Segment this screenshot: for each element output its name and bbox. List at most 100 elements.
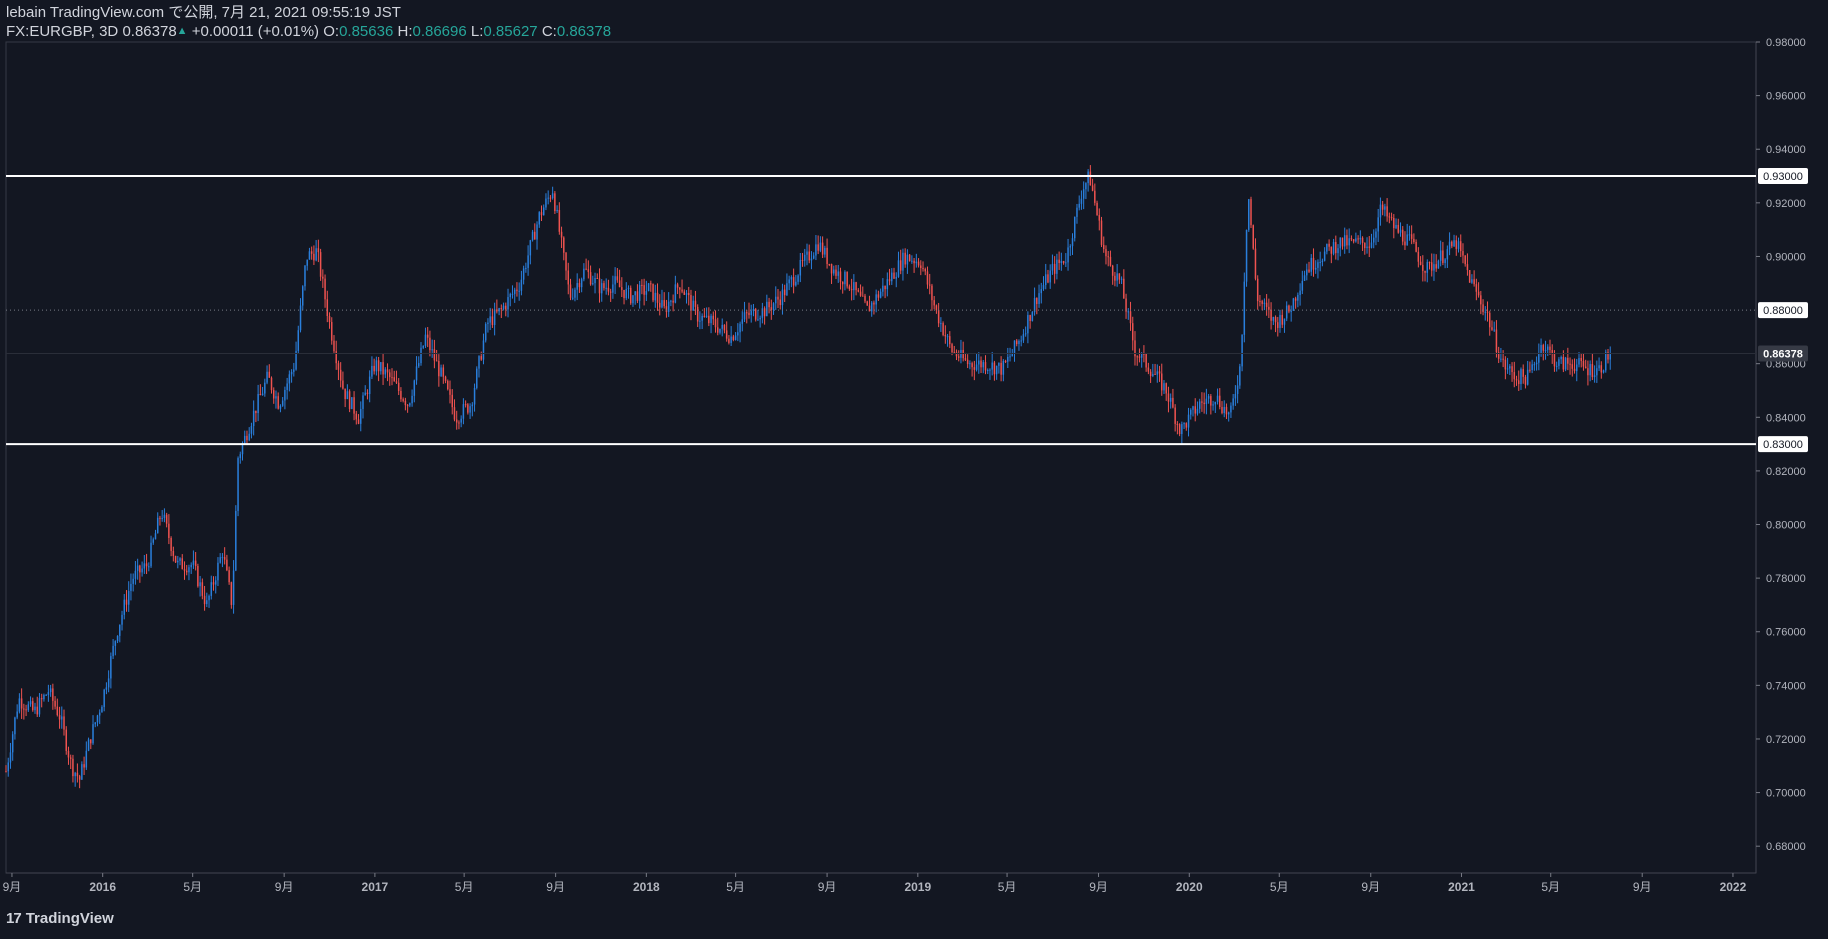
candle-body <box>714 319 717 328</box>
candle-body <box>1140 353 1143 358</box>
candle-body <box>478 356 480 369</box>
tradingview-logo-icon: 17 <box>6 910 22 927</box>
candle-body <box>513 289 516 294</box>
candle-body <box>819 242 822 251</box>
candle-body <box>1404 241 1406 246</box>
candle-body <box>567 270 570 285</box>
candle-body <box>924 269 927 272</box>
candle-body <box>502 305 505 309</box>
candle-body <box>1437 260 1440 269</box>
x-tick-label: 9月 <box>1089 880 1108 894</box>
candle-body <box>72 758 74 777</box>
candle-body <box>911 260 913 262</box>
candle-body <box>45 694 47 696</box>
candle-body <box>1317 262 1319 268</box>
y-tick-label: 0.80000 <box>1766 520 1806 532</box>
candle-body <box>1339 237 1342 249</box>
candle-body <box>1210 396 1212 406</box>
candle-body <box>440 367 442 377</box>
candle-body <box>210 582 213 596</box>
candle-body <box>1049 270 1051 283</box>
y-tick-label: 0.70000 <box>1766 788 1806 800</box>
candle-body <box>351 397 353 409</box>
price-chart[interactable]: 0.980000.960000.940000.920000.900000.860… <box>0 0 1828 939</box>
candle-body <box>1471 279 1473 283</box>
candle-body <box>1455 240 1458 249</box>
candle-body <box>1343 235 1346 247</box>
candle-body <box>435 360 438 362</box>
candle-body <box>665 306 668 312</box>
candle-body <box>650 283 652 285</box>
candle-body <box>795 281 797 286</box>
candle-body <box>174 555 177 563</box>
candle-body <box>529 240 532 256</box>
candle-body <box>1123 278 1125 299</box>
y-tick-label: 0.72000 <box>1766 734 1806 746</box>
candle-body <box>973 367 976 370</box>
candle-body <box>197 566 199 587</box>
candle-body <box>1239 366 1241 386</box>
candle-body <box>547 197 549 199</box>
candle-body <box>279 405 282 409</box>
candle-body <box>580 279 583 288</box>
candle-body <box>1598 365 1600 369</box>
candle-body <box>687 292 690 296</box>
candle-body <box>277 396 279 409</box>
candle-body <box>476 368 478 388</box>
candle-body <box>266 371 268 383</box>
candle-body <box>951 344 953 353</box>
candle-body <box>98 712 101 716</box>
candle-body <box>746 312 748 314</box>
candle-body <box>525 267 527 269</box>
candle-body <box>355 413 358 420</box>
candle-body <box>1560 356 1562 360</box>
candle-body <box>596 277 599 279</box>
candle-body <box>556 209 558 212</box>
candle-body <box>337 363 340 370</box>
candle-body <box>16 711 18 718</box>
candle-body <box>1446 249 1449 260</box>
candle-body <box>1542 345 1545 351</box>
candle-body <box>1060 260 1063 263</box>
candle-body <box>768 301 770 308</box>
candle-body <box>420 347 422 364</box>
candle-body <box>469 406 471 413</box>
candle-body <box>1038 293 1040 304</box>
candle-body <box>377 360 380 372</box>
candle-body <box>783 289 786 296</box>
candle-body <box>1279 314 1281 328</box>
candle-body <box>893 272 895 279</box>
candle-body <box>725 330 728 339</box>
candle-body <box>1388 216 1391 218</box>
candle-body <box>721 324 723 329</box>
candle-body <box>1272 316 1275 321</box>
candle-body <box>946 336 949 338</box>
candle-body <box>47 692 50 695</box>
candle-body <box>134 570 137 579</box>
candle-body <box>732 336 735 340</box>
candle-body <box>261 393 264 396</box>
candle-body <box>1515 379 1518 381</box>
candle-body <box>545 198 547 208</box>
candle-body <box>426 334 429 338</box>
candle-body <box>491 316 494 325</box>
candle-body <box>748 312 750 316</box>
candle-body <box>868 305 871 312</box>
candle-body <box>1196 408 1199 414</box>
candle-body <box>442 367 445 377</box>
candle-body <box>143 563 146 569</box>
candle-body <box>1435 264 1437 269</box>
candle-body <box>507 297 509 310</box>
candle-body <box>348 391 351 409</box>
candle-body <box>1145 353 1147 368</box>
candle-body <box>1495 329 1498 353</box>
candle-body <box>739 323 741 333</box>
candle-body <box>136 565 139 571</box>
candle-body <box>199 582 201 587</box>
candle-body <box>1422 264 1424 271</box>
candle-body <box>1292 298 1295 311</box>
candle-body <box>7 762 9 772</box>
candle-body <box>1350 238 1353 240</box>
candle-body <box>788 279 790 284</box>
candle-body <box>36 706 38 715</box>
